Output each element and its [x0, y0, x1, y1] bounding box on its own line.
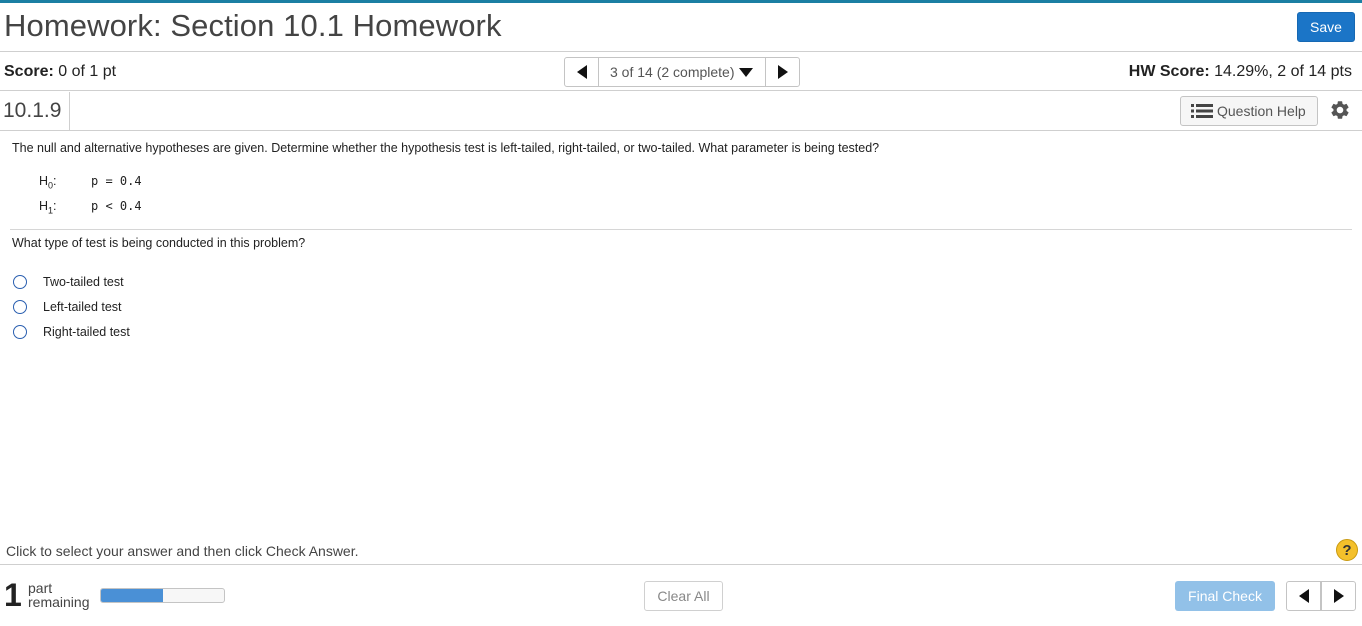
question-number: 10.1.9: [0, 92, 70, 130]
question-text: The null and alternative hypotheses are …: [12, 141, 880, 155]
null-hypothesis-expression: p = 0.4: [91, 174, 142, 188]
footer-next-button[interactable]: [1321, 582, 1355, 610]
footer-bar: 1 part remaining Clear All Final Check: [0, 564, 1362, 626]
list-icon: [1191, 104, 1213, 118]
option-two-tailed[interactable]: Two-tailed test: [13, 275, 124, 289]
arrow-left-icon: [576, 65, 587, 79]
final-check-button[interactable]: Final Check: [1175, 581, 1275, 611]
question-navigator: 3 of 14 (2 complete): [564, 57, 800, 87]
option-label: Right-tailed test: [43, 325, 130, 339]
gear-icon[interactable]: [1329, 99, 1351, 121]
homework-score: HW Score: 14.29%, 2 of 14 pts: [1129, 63, 1352, 81]
hw-score-label: HW Score:: [1128, 63, 1210, 80]
previous-question-button[interactable]: [565, 58, 599, 86]
parts-remaining-label: part remaining: [28, 580, 90, 610]
alternative-hypothesis-expression: p < 0.4: [91, 199, 142, 213]
score-value: 0 of 1 pt: [53, 63, 117, 80]
question-help-button[interactable]: Question Help: [1180, 96, 1318, 126]
option-left-tailed[interactable]: Left-tailed test: [13, 300, 122, 314]
radio-button[interactable]: [13, 275, 27, 289]
option-label: Left-tailed test: [43, 300, 122, 314]
alternative-hypothesis-label: H1:: [39, 199, 57, 216]
question-help-label: Question Help: [1217, 103, 1306, 119]
arrow-right-icon: [777, 65, 788, 79]
alternative-hypothesis: H1: p < 0.4: [39, 199, 142, 216]
footer-previous-button[interactable]: [1287, 582, 1321, 610]
progress-bar: [100, 588, 225, 603]
arrow-right-icon: [1333, 589, 1344, 603]
option-label: Two-tailed test: [43, 275, 124, 289]
parts-remaining-count: 1: [4, 577, 22, 613]
score-bar: Score: 0 of 1 pt 3 of 14 (2 complete) HW…: [0, 53, 1362, 91]
save-button[interactable]: Save: [1297, 12, 1355, 42]
score-label: Score:: [4, 63, 54, 80]
clear-all-button[interactable]: Clear All: [644, 581, 723, 611]
chevron-down-icon: [738, 64, 753, 80]
option-right-tailed[interactable]: Right-tailed test: [13, 325, 130, 339]
null-hypothesis-label: H0:: [39, 174, 57, 191]
question-position-label: 3 of 14 (2 complete): [610, 64, 735, 80]
instruction-text: Click to select your answer and then cli…: [6, 543, 359, 559]
next-question-button[interactable]: [765, 58, 799, 86]
radio-button[interactable]: [13, 300, 27, 314]
answer-prompt: What type of test is being conducted in …: [12, 236, 306, 250]
hw-score-value: 14.29%, 2 of 14 pts: [1209, 63, 1352, 80]
question-bar: 10.1.9 Question Help: [0, 92, 1362, 131]
question-divider: [10, 229, 1352, 230]
help-icon[interactable]: ?: [1336, 539, 1358, 561]
radio-button[interactable]: [13, 325, 27, 339]
footer-question-navigator: [1286, 581, 1356, 611]
progress-bar-fill: [101, 589, 163, 602]
question-position-dropdown[interactable]: 3 of 14 (2 complete): [599, 58, 765, 86]
null-hypothesis: H0: p = 0.4: [39, 174, 142, 191]
arrow-left-icon: [1298, 589, 1309, 603]
page-title: Homework: Section 10.1 Homework: [4, 8, 502, 43]
question-score: Score: 0 of 1 pt: [4, 63, 116, 81]
page-header: Homework: Section 10.1 Homework Save: [0, 3, 1362, 52]
